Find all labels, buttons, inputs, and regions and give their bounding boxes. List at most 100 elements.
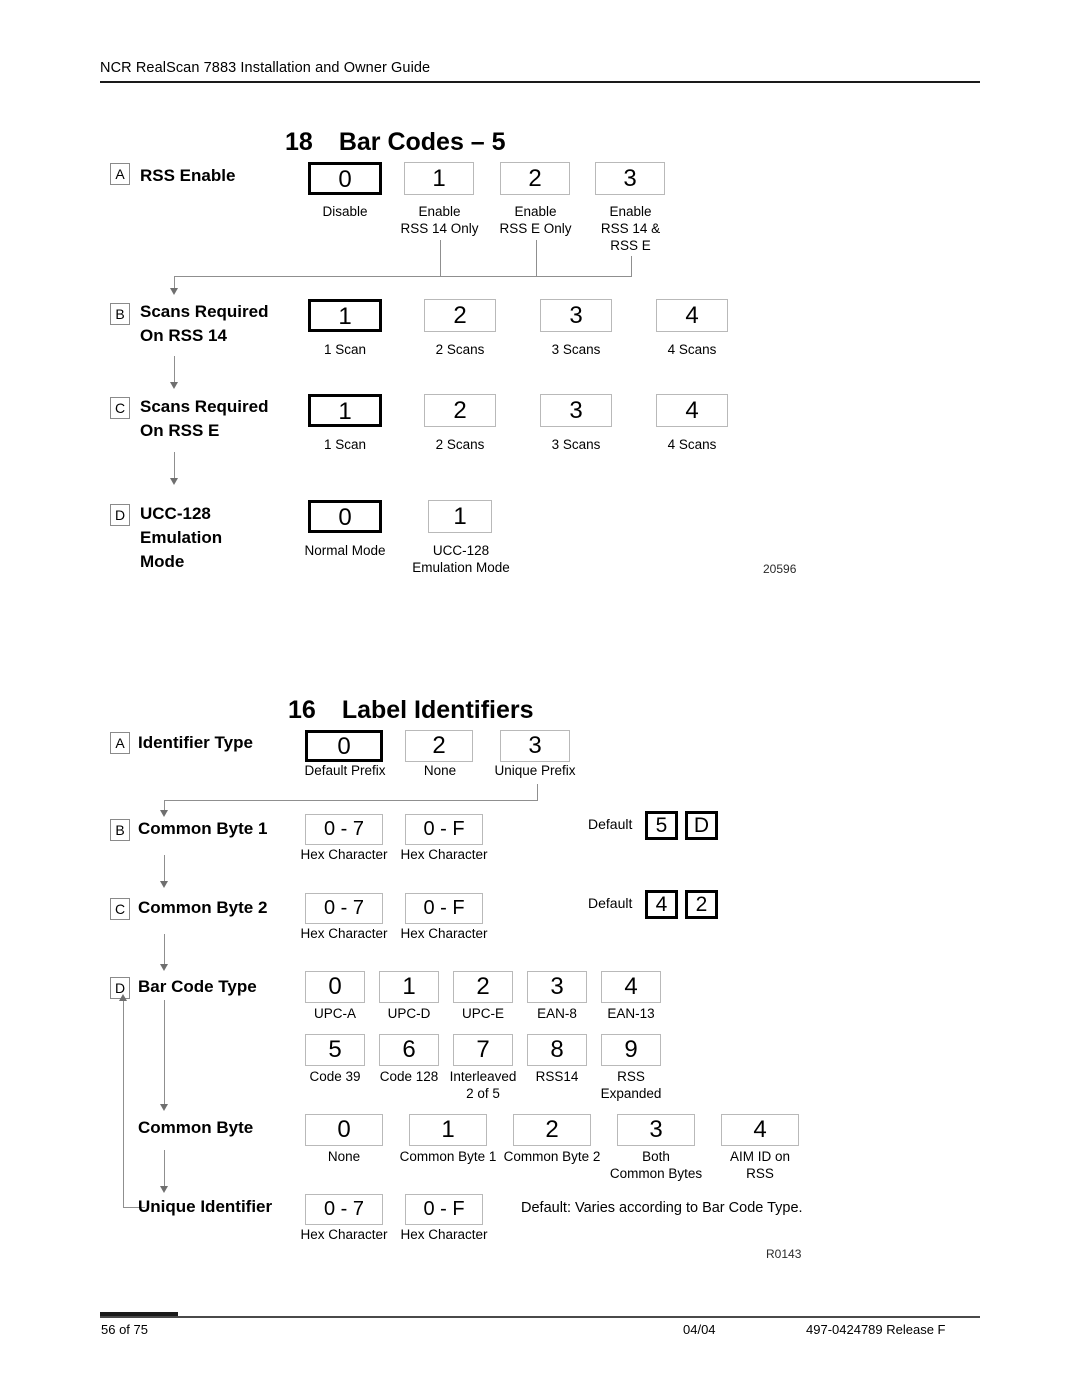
option-caption-identifier-type-0: Default Prefix [304, 763, 386, 778]
option-box-bar-code-type-1[interactable]: 1 [379, 971, 439, 1003]
connector-c-arrow-icon [170, 478, 178, 485]
option-box-scans-rss14-1[interactable]: 1 [308, 299, 382, 332]
option-caption-scans-rss14-1: 1 Scan [323, 342, 367, 357]
footer-doc-number: 497-0424789 Release F [806, 1322, 946, 1337]
option-caption-common-byte-1-hex-low: Hex Character [400, 847, 488, 862]
connector-a1-vertical [440, 240, 441, 276]
option-box-scans-rss14-3[interactable]: 3 [540, 299, 612, 332]
option-box-scans-rsse-4[interactable]: 4 [656, 394, 728, 427]
option-box-common-byte-2-hex-low[interactable]: 0 - F [405, 893, 483, 924]
document-page: NCR RealScan 7883 Installation and Owner… [0, 0, 1080, 1397]
option-box-bar-code-type-6[interactable]: 6 [379, 1034, 439, 1066]
option-caption-scans-rsse-4: 4 Scans [667, 437, 717, 452]
option-caption-ucc128-1: UCC-128 Emulation Mode [412, 543, 510, 575]
option-caption-bar-code-type-6: Code 128 [379, 1069, 439, 1084]
row-label-common-byte: Common Byte [138, 1118, 254, 1137]
option-box-common-byte-1-hex-high[interactable]: 0 - 7 [305, 814, 383, 845]
footer-page-number: 56 of 75 [101, 1322, 148, 1337]
row-label-rss-enable: RSS Enable [140, 166, 236, 185]
row-badge-c-common-byte-2: C [110, 898, 130, 920]
option-caption-rss-enable-3: Enable RSS 14 & RSS E [600, 204, 661, 253]
option-box-common-byte-1-hex-low[interactable]: 0 - F [405, 814, 483, 845]
option-caption-bar-code-type-4: EAN-13 [607, 1006, 655, 1021]
option-box-ucc128-1[interactable]: 1 [428, 500, 492, 533]
option-caption-rss-enable-1: Enable RSS 14 Only [400, 204, 479, 236]
option-box-bar-code-type-9[interactable]: 9 [601, 1034, 661, 1066]
option-box-scans-rss14-4[interactable]: 4 [656, 299, 728, 332]
option-box-common-byte-4[interactable]: 4 [721, 1114, 799, 1146]
section-title-label-identifiers: 16 Label Identifiers [288, 696, 534, 725]
option-box-scans-rss14-2[interactable]: 2 [424, 299, 496, 332]
connector-c-arrow-icon-labelids [160, 964, 168, 971]
option-caption-bar-code-type-9: RSS Expanded [600, 1069, 662, 1101]
option-caption-rss-enable-0: Disable [322, 204, 368, 219]
option-caption-common-byte-2-hex-low: Hex Character [400, 926, 488, 941]
default-value-common-byte-2-low: 2 [685, 890, 718, 919]
option-box-bar-code-type-4[interactable]: 4 [601, 971, 661, 1003]
section-title-text-2: Label Identifiers [341, 696, 534, 724]
default-label-common-byte-2: Default [588, 895, 633, 911]
option-caption-common-byte-0: None [327, 1149, 361, 1164]
option-box-unique-identifier-hex-low[interactable]: 0 - F [405, 1194, 483, 1225]
option-caption-unique-identifier-hex-low: Hex Character [400, 1227, 488, 1242]
option-box-common-byte-0[interactable]: 0 [305, 1114, 383, 1146]
option-box-common-byte-1-opt[interactable]: 1 [409, 1114, 487, 1146]
option-box-rss-enable-3[interactable]: 3 [595, 162, 665, 195]
row-label-unique-identifier: Unique Identifier [138, 1197, 273, 1216]
default-value-common-byte-1-high: 5 [645, 811, 678, 840]
option-box-identifier-type-3[interactable]: 3 [500, 730, 570, 762]
option-caption-bar-code-type-8: RSS14 [535, 1069, 579, 1084]
option-caption-bar-code-type-1: UPC-D [387, 1006, 431, 1021]
row-label-bar-code-type: Bar Code Type [138, 977, 257, 996]
option-box-ucc128-0[interactable]: 0 [308, 500, 382, 533]
row-badge-b-common-byte-1: B [110, 819, 130, 841]
option-box-identifier-type-2[interactable]: 2 [405, 730, 473, 762]
feedback-loop-arrow-icon [119, 994, 127, 1001]
footer-rule [100, 1316, 980, 1318]
option-box-scans-rsse-1[interactable]: 1 [308, 394, 382, 427]
option-box-common-byte-2-hex-high[interactable]: 0 - 7 [305, 893, 383, 924]
option-box-unique-identifier-hex-high[interactable]: 0 - 7 [305, 1194, 383, 1225]
option-box-bar-code-type-8[interactable]: 8 [527, 1034, 587, 1066]
row-badge-a-rss-enable: A [110, 163, 130, 185]
option-box-bar-code-type-5[interactable]: 5 [305, 1034, 365, 1066]
unique-identifier-default-note: Default: Varies according to Bar Code Ty… [521, 1200, 803, 1216]
row-label-identifier-type: Identifier Type [138, 733, 253, 752]
option-caption-scans-rss14-2: 2 Scans [435, 342, 485, 357]
option-box-bar-code-type-3[interactable]: 3 [527, 971, 587, 1003]
option-caption-ucc128-0: Normal Mode [304, 543, 386, 558]
connector-d-arrow-icon [160, 1104, 168, 1111]
option-box-rss-enable-1[interactable]: 1 [404, 162, 474, 195]
row-badge-c-scans-rsse: C [110, 397, 130, 419]
option-box-rss-enable-2[interactable]: 2 [500, 162, 570, 195]
connector-common-byte-arrow-icon [160, 1186, 168, 1193]
row-label-common-byte-1: Common Byte 1 [138, 819, 268, 838]
option-caption-unique-identifier-hex-high: Hex Character [300, 1227, 388, 1242]
header-rule [100, 81, 980, 83]
option-box-bar-code-type-0[interactable]: 0 [305, 971, 365, 1003]
option-caption-common-byte-4: AIM ID on RSS [729, 1149, 791, 1181]
default-value-common-byte-1-low: D [685, 811, 718, 840]
connector-d-to-common-byte [164, 1000, 165, 1106]
option-box-scans-rsse-2[interactable]: 2 [424, 394, 496, 427]
option-box-bar-code-type-7[interactable]: 7 [453, 1034, 513, 1066]
option-caption-scans-rss14-4: 4 Scans [667, 342, 717, 357]
option-box-common-byte-3[interactable]: 3 [617, 1114, 695, 1146]
option-box-identifier-type-0[interactable]: 0 [305, 730, 383, 762]
option-caption-bar-code-type-2: UPC-E [461, 1006, 504, 1021]
connector-a2-vertical [536, 240, 537, 276]
footer-tab-marker [100, 1312, 178, 1316]
connector-b-arrow-icon-labelids [160, 881, 168, 888]
option-box-scans-rsse-3[interactable]: 3 [540, 394, 612, 427]
option-caption-identifier-type-3: Unique Prefix [494, 763, 576, 778]
option-box-common-byte-2-opt[interactable]: 2 [513, 1114, 591, 1146]
row-label-common-byte-2: Common Byte 2 [138, 898, 268, 917]
option-caption-common-byte-2-opt: Common Byte 2 [503, 1149, 601, 1164]
option-caption-scans-rsse-1: 1 Scan [323, 437, 367, 452]
option-box-rss-enable-0[interactable]: 0 [308, 162, 382, 195]
option-caption-scans-rsse-3: 3 Scans [551, 437, 601, 452]
row-label-scans-required-rsse: Scans Required On RSS E [140, 397, 269, 440]
section-number: 18 [285, 128, 313, 156]
option-box-bar-code-type-2[interactable]: 2 [453, 971, 513, 1003]
connector-a-arrow-icon [170, 288, 178, 295]
